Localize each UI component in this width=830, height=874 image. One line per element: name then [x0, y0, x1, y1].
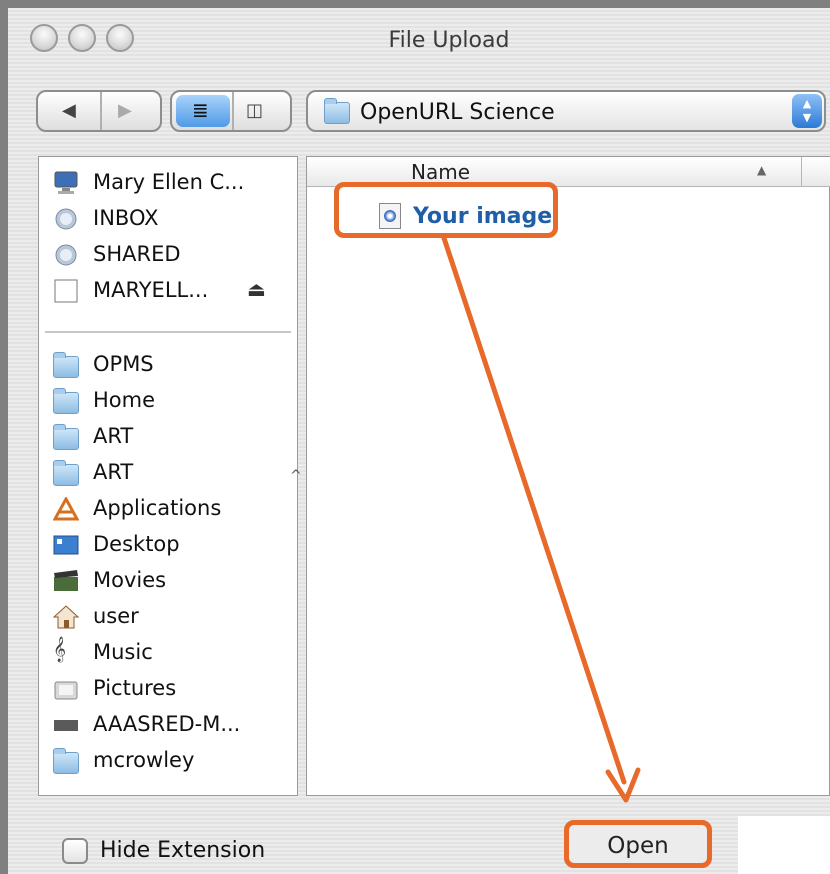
sidebar-item-pictures[interactable]: Pictures: [47, 671, 297, 705]
list-view-icon: ≣: [192, 98, 209, 122]
applications-icon: [52, 495, 80, 521]
movies-icon: [53, 569, 79, 593]
network-globe-icon: [53, 243, 79, 267]
blank-area: [738, 816, 830, 874]
folder-icon: [53, 388, 79, 414]
disk-icon: [53, 279, 79, 303]
location-label: OpenURL Science: [360, 100, 555, 125]
list-view-button[interactable]: ≣: [176, 95, 230, 127]
eject-icon[interactable]: ⏏: [247, 277, 266, 301]
sidebar-item-user[interactable]: user: [47, 599, 297, 633]
forward-arrow-icon[interactable]: ▶: [118, 100, 132, 121]
sidebar-item-label: Mary Ellen C...: [93, 170, 245, 194]
sidebar-item-applications[interactable]: Applications: [47, 491, 297, 525]
sidebar-item-label: mcrowley: [93, 748, 195, 772]
sidebar-item-label: user: [93, 604, 139, 628]
sidebar-item-label: Pictures: [93, 676, 177, 700]
location-popup[interactable]: OpenURL Science ▲ ▼: [306, 90, 826, 132]
sidebar-item-label: AAASRED-M...: [93, 712, 241, 736]
column-header-label: Name: [411, 160, 471, 184]
window-title: File Upload: [388, 28, 510, 53]
sidebar-separator: [45, 331, 291, 333]
folder-icon: [53, 352, 79, 378]
sidebar-item-label: ART: [93, 460, 134, 484]
sidebar-item-opms[interactable]: OPMS: [47, 347, 297, 381]
network-globe-icon: [53, 207, 79, 231]
back-arrow-icon[interactable]: ◀: [62, 100, 76, 121]
sidebar-item-mcrowley[interactable]: mcrowley: [47, 743, 297, 777]
sidebar-item-desktop[interactable]: Desktop: [47, 527, 297, 561]
view-mode-segment: ≣ ◫: [170, 90, 292, 132]
folder-icon: [53, 748, 79, 774]
file-list: Name ▲ Your image: [306, 156, 830, 796]
sidebar-item-label: SHARED: [93, 242, 181, 266]
sidebar-item-movies[interactable]: Movies: [47, 563, 297, 597]
sidebar-item-aaasred[interactable]: AAASRED-M...: [47, 707, 297, 741]
sidebar-item-label: Desktop: [93, 532, 180, 556]
column-view-icon[interactable]: ◫: [246, 100, 263, 121]
drive-icon: [53, 713, 79, 737]
sidebar-item-label: Movies: [93, 568, 167, 592]
pictures-icon: [53, 677, 79, 701]
folder-icon: [53, 460, 79, 486]
desktop-icon: [53, 533, 79, 557]
music-icon: 𝄞: [53, 637, 67, 662]
sort-ascending-icon: ▲: [757, 163, 767, 177]
sidebar-item-label: ART: [93, 424, 134, 448]
sidebar-item-shared[interactable]: SHARED: [47, 237, 297, 271]
sidebar: Mary Ellen C... INBOX SHARED MARYELL... …: [38, 156, 298, 796]
sidebar-item-art[interactable]: ART: [47, 419, 297, 453]
sidebar-item-music[interactable]: 𝄞 Music: [47, 635, 297, 669]
sidebar-item-label: Applications: [93, 496, 222, 520]
sidebar-item-inbox[interactable]: INBOX: [47, 201, 297, 235]
file-upload-dialog: File Upload ◀ ▶ ≣ ◫ OpenURL Science ▲ ▼ M…: [0, 0, 830, 874]
sidebar-item-label: Home: [93, 388, 156, 412]
hide-extension-label: Hide Extension: [100, 838, 266, 863]
sidebar-item-label: Music: [93, 640, 153, 664]
sidebar-item-disk[interactable]: MARYELL... ⏏: [47, 273, 297, 307]
sidebar-item-home[interactable]: Home: [47, 383, 297, 417]
sidebar-item-label: OPMS: [93, 352, 154, 376]
title-bar: File Upload: [8, 8, 830, 70]
computer-icon: [53, 171, 79, 195]
splitter-handle-icon[interactable]: ^: [290, 468, 302, 484]
popup-arrows-icon: ▲ ▼: [792, 94, 822, 128]
home-icon: [52, 605, 80, 629]
folder-icon: [53, 424, 79, 450]
navigation-segment: ◀ ▶: [36, 90, 162, 132]
sidebar-item-art-2[interactable]: ART: [47, 455, 297, 489]
open-button[interactable]: Open: [564, 820, 712, 868]
folder-icon: [324, 98, 350, 124]
hide-extension-checkbox[interactable]: [62, 838, 88, 864]
sidebar-item-label: MARYELL...: [93, 278, 209, 302]
file-highlight-box: [334, 182, 558, 238]
open-button-label: Open: [607, 833, 669, 859]
sidebar-item-label: INBOX: [93, 206, 159, 230]
sidebar-item-computer[interactable]: Mary Ellen C...: [47, 165, 297, 199]
